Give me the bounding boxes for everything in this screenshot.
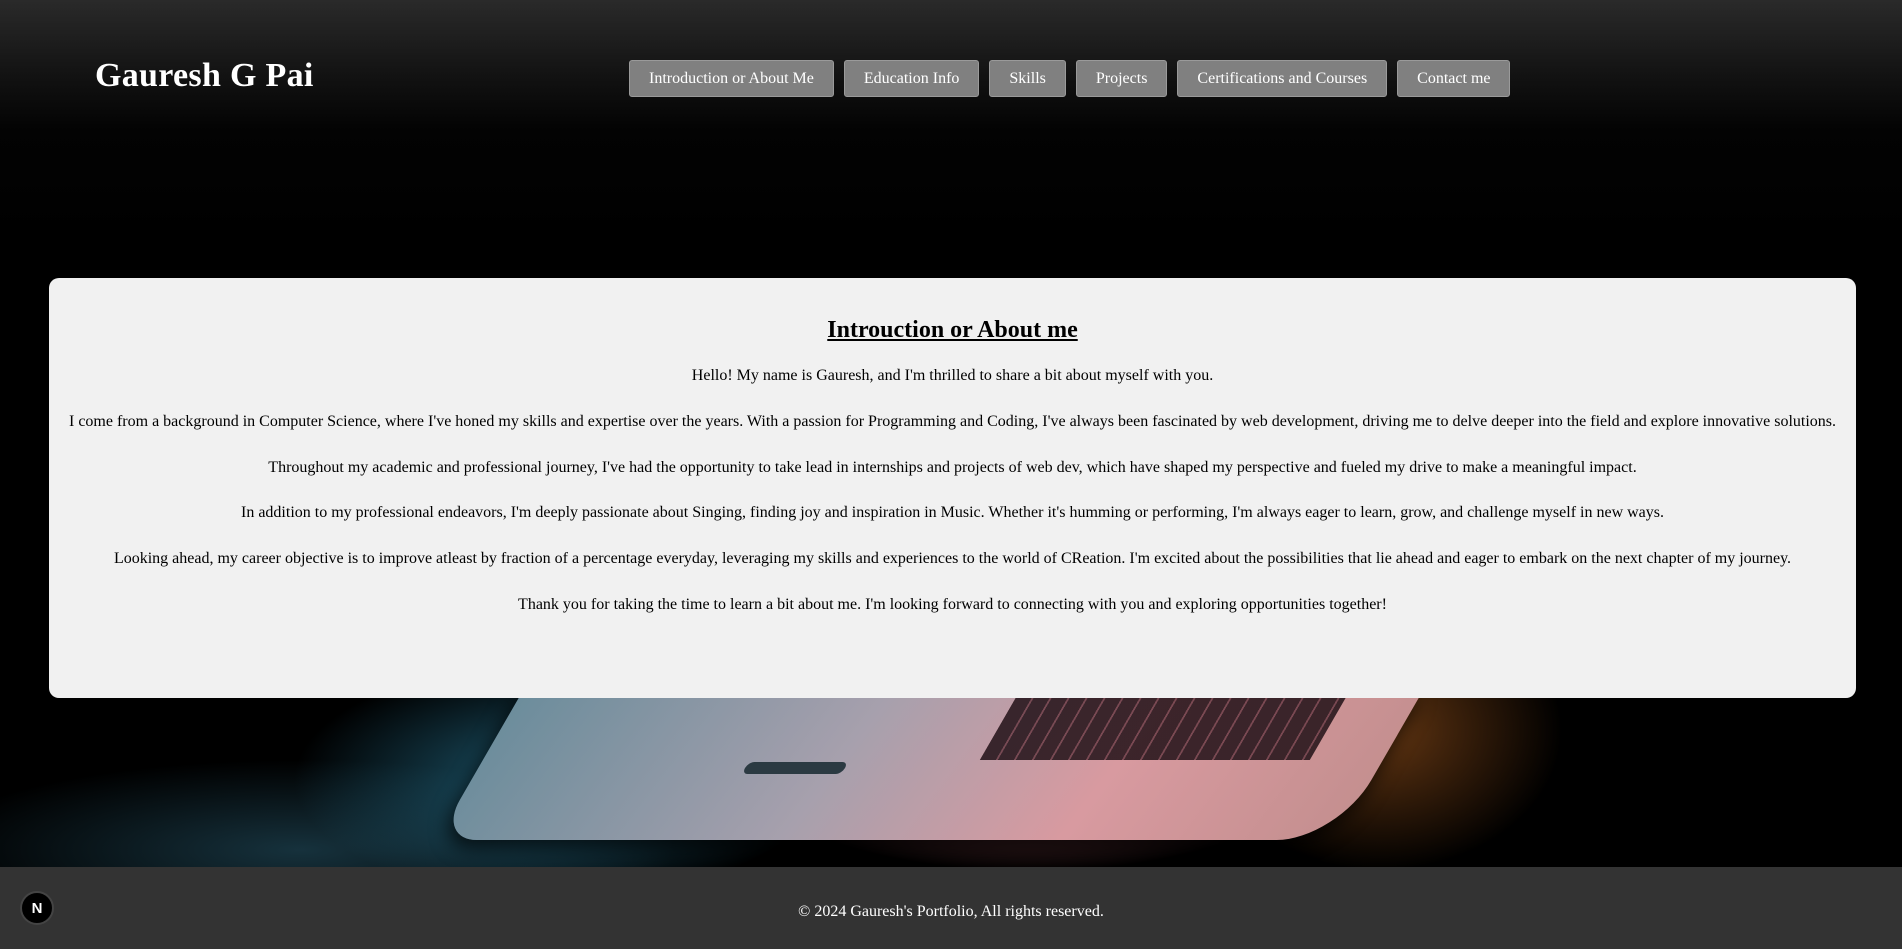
site-logo: Gauresh G Pai <box>95 57 314 94</box>
about-title: Introuction or About me <box>827 317 1078 343</box>
nav-certifications-button[interactable]: Certifications and Courses <box>1177 60 1388 97</box>
about-paragraph: Thank you for taking the time to learn a… <box>518 595 1387 613</box>
about-paragraph: I come from a background in Computer Sci… <box>69 412 1836 430</box>
site-footer: N © 2024 Gauresh's Portfolio, All rights… <box>0 867 1902 949</box>
main-nav: Introduction or About Me Education Info … <box>629 60 1511 97</box>
site-header: Gauresh G Pai Introduction or About Me E… <box>0 0 1902 160</box>
about-body: Hello! My name is Gauresh, and I'm thril… <box>49 366 1856 641</box>
nav-education-button[interactable]: Education Info <box>843 60 980 97</box>
about-paragraph: In addition to my professional endeavors… <box>241 504 1664 522</box>
nav-about-button[interactable]: Introduction or About Me <box>629 60 834 97</box>
nav-projects-button[interactable]: Projects <box>1075 60 1168 97</box>
nav-skills-button[interactable]: Skills <box>989 60 1066 97</box>
about-paragraph: Looking ahead, my career objective is to… <box>113 550 1792 568</box>
laptop-notch-image <box>741 762 849 774</box>
about-paragraph: Throughout my academic and professional … <box>268 458 1637 476</box>
laptop-keyboard-image <box>979 690 1351 760</box>
copyright-text: © 2024 Gauresh's Portfolio, All rights r… <box>798 903 1104 920</box>
nav-contact-button[interactable]: Contact me <box>1397 60 1511 97</box>
about-card: Introuction or About me Hello! My name i… <box>49 278 1856 698</box>
about-paragraph: Hello! My name is Gauresh, and I'm thril… <box>691 367 1214 384</box>
